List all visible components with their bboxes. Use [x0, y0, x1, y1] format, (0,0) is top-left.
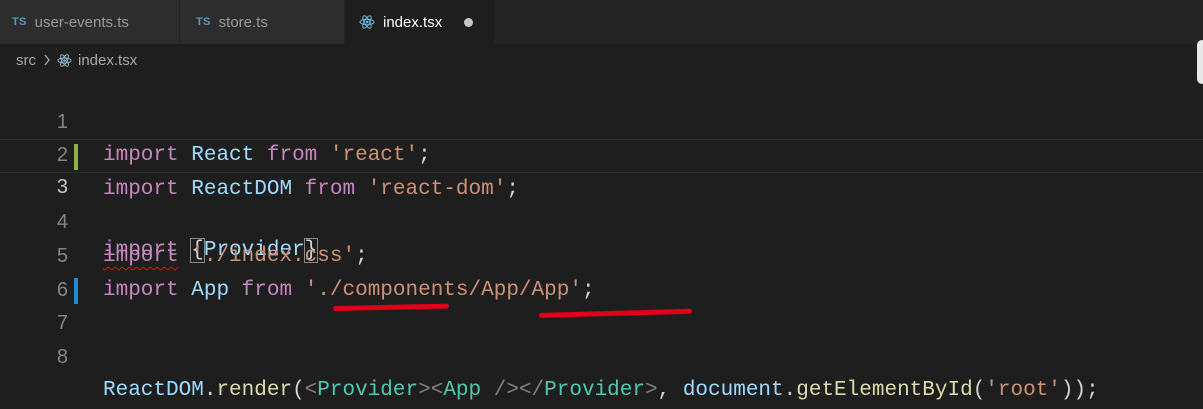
string-token: 'root'	[985, 379, 1061, 403]
gutter-added-marker[interactable]	[74, 277, 78, 304]
jsx-bracket-token: /></	[481, 379, 545, 403]
punctuation-token: (	[972, 379, 986, 403]
breadcrumb-file[interactable]: index.tsx	[78, 52, 137, 69]
code-line-4[interactable]: 4 import './index.css';	[0, 173, 1203, 268]
tab-label: user-events.ts	[34, 13, 129, 31]
gutter-modified-marker[interactable]	[74, 144, 78, 171]
function-token: getElementById	[796, 379, 973, 403]
punctuation-token: (	[292, 379, 305, 403]
code-line-6[interactable]: 6	[0, 240, 1203, 301]
tab-store[interactable]: TS store.ts	[180, 0, 345, 44]
typescript-file-icon: TS	[12, 16, 27, 28]
jsx-bracket-token: <	[304, 379, 318, 403]
tab-label: store.ts	[218, 13, 268, 31]
unsaved-changes-dot-icon[interactable]	[464, 17, 474, 27]
jsx-tag-token: Provider	[544, 379, 645, 403]
jsx-bracket-token: >	[644, 379, 658, 403]
tab-index-tsx[interactable]: index.tsx	[345, 0, 495, 44]
tab-label: index.tsx	[383, 13, 443, 31]
react-file-icon	[359, 14, 375, 30]
jsx-tag-token: Provider	[317, 379, 419, 403]
variable-token: ReactDOM	[103, 379, 204, 403]
code-line-1[interactable]: 1 import React from 'react';	[0, 72, 1203, 168]
editor-tab-bar: TS user-events.ts TS store.ts index.tsx	[0, 0, 1203, 44]
jsx-bracket-token: ><	[418, 379, 444, 403]
code-line-7[interactable]: 7 ReactDOM.render(<Provider><App /></Pro…	[0, 274, 1203, 402]
variable-token: document	[682, 379, 784, 403]
code-line-2[interactable]: 2 import ReactDOM from 'react-dom';	[0, 106, 1203, 201]
code-editor[interactable]: 1 import React from 'react'; 2 import Re…	[0, 72, 1203, 402]
jsx-tag-token: App	[443, 379, 482, 403]
line-number: 8	[56, 345, 68, 368]
tab-bar-empty-space	[495, 0, 1203, 44]
function-token: render	[216, 379, 293, 403]
typescript-file-icon: TS	[196, 16, 211, 28]
breadcrumb-folder[interactable]: src	[16, 52, 36, 69]
code-line-3-current[interactable]: 3 import {Provider}	[0, 139, 1203, 263]
breadcrumb: src index.tsx	[16, 50, 137, 70]
code-text: ReactDOM.render(<Provider><App /></Provi…	[103, 374, 1099, 408]
code-line-5[interactable]: 5 import App from './components/App/App'…	[0, 206, 1203, 302]
punctuation-token: .	[783, 379, 797, 403]
tab-user-events[interactable]: TS user-events.ts	[0, 0, 180, 44]
chevron-right-icon	[43, 54, 51, 66]
punctuation-token: ,	[657, 379, 683, 403]
punctuation-token: .	[203, 379, 217, 403]
punctuation-token: ));	[1060, 379, 1099, 403]
react-file-icon	[57, 53, 72, 68]
